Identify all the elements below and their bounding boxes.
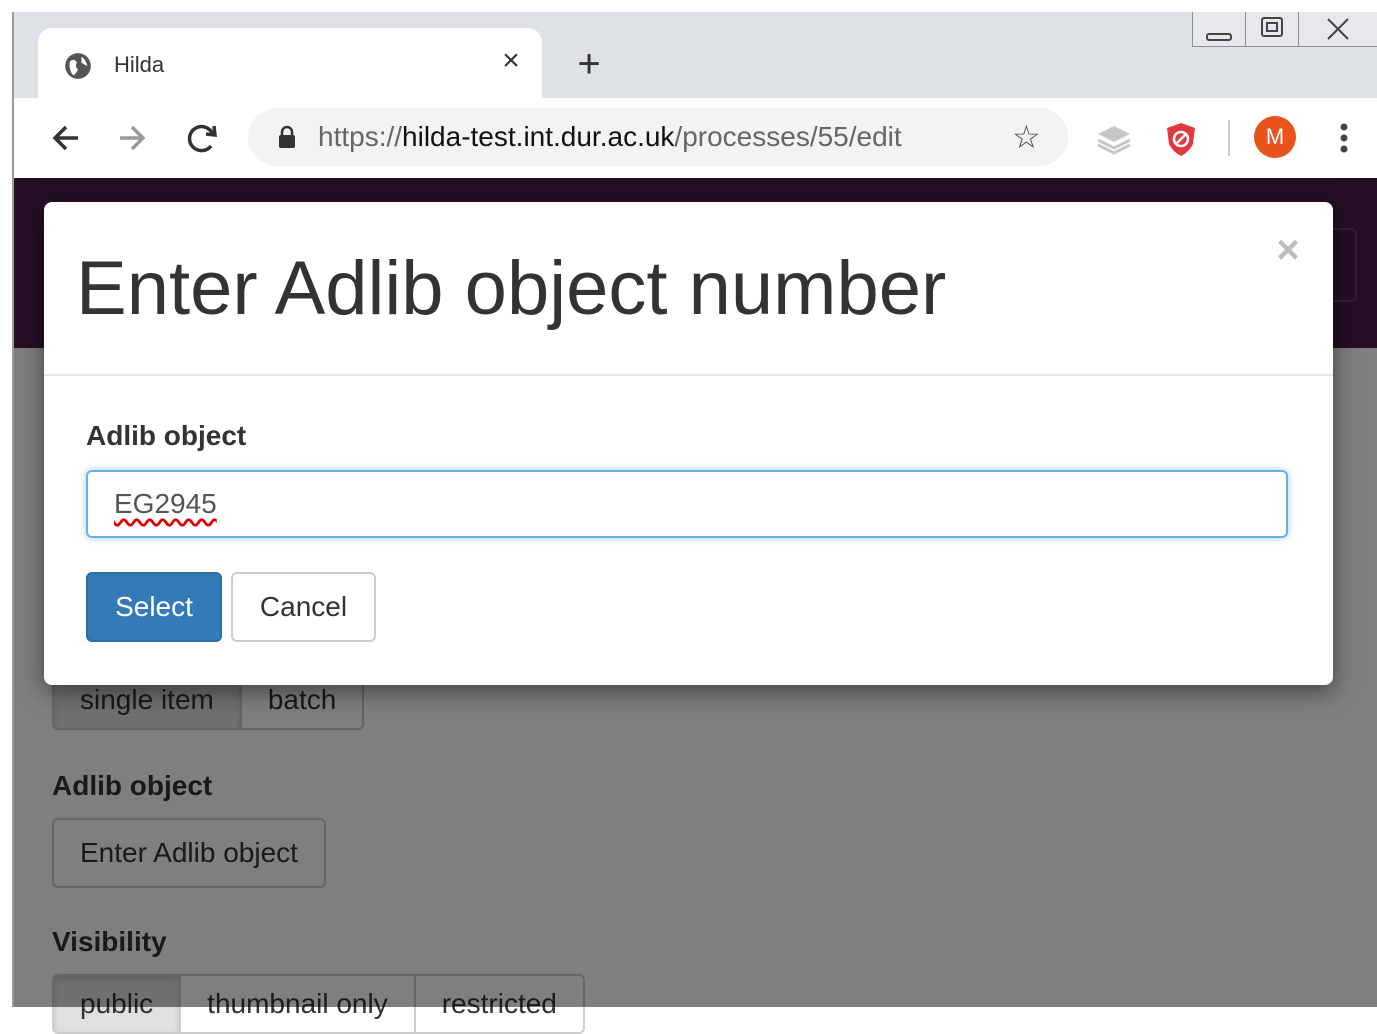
address-bar[interactable]: https://hilda-test.int.dur.ac.uk/process… <box>248 108 1068 166</box>
adlib-object-input[interactable]: EG2945 <box>86 470 1288 538</box>
toolbar-divider <box>1228 120 1230 156</box>
url-host: hilda-test.int.dur.ac.uk <box>402 121 675 152</box>
layers-extension-icon[interactable] <box>1094 120 1134 158</box>
new-tab-icon[interactable]: + <box>572 44 606 84</box>
globe-icon <box>65 53 91 79</box>
tab-hilda[interactable]: Hilda × <box>38 28 542 100</box>
shield-extension-icon[interactable] <box>1162 120 1200 158</box>
maximize-icon[interactable] <box>1246 12 1298 46</box>
more-menu-icon[interactable] <box>1326 118 1362 158</box>
select-button[interactable]: Select <box>86 572 222 642</box>
minimize-icon[interactable] <box>1193 12 1245 46</box>
modal-header: Enter Adlib object number × <box>44 202 1333 376</box>
modal-title: Enter Adlib object number <box>76 246 947 331</box>
adlib-modal: Enter Adlib object number × Adlib object… <box>44 202 1333 685</box>
divider <box>1298 12 1299 46</box>
tab-title: Hilda <box>114 52 165 77</box>
url-scheme: https:// <box>318 121 403 152</box>
close-tab-icon[interactable]: × <box>496 46 526 76</box>
close-window-icon[interactable] <box>1303 12 1373 46</box>
window-controls <box>1192 12 1377 47</box>
adlib-object-input-value: EG2945 <box>114 488 217 519</box>
url-path: /processes/55/edit <box>674 121 902 152</box>
bookmark-star-icon[interactable]: ☆ <box>1012 119 1041 155</box>
forward-icon[interactable] <box>112 118 152 158</box>
reload-icon[interactable] <box>182 118 222 158</box>
back-icon[interactable] <box>46 118 86 158</box>
url-text: https://hilda-test.int.dur.ac.uk/process… <box>318 121 902 153</box>
close-icon[interactable]: × <box>1273 230 1303 270</box>
cancel-button[interactable]: Cancel <box>231 572 376 642</box>
adlib-object-field-label: Adlib object <box>86 420 247 451</box>
lock-icon <box>279 125 295 148</box>
profile-avatar[interactable]: M <box>1254 116 1296 158</box>
